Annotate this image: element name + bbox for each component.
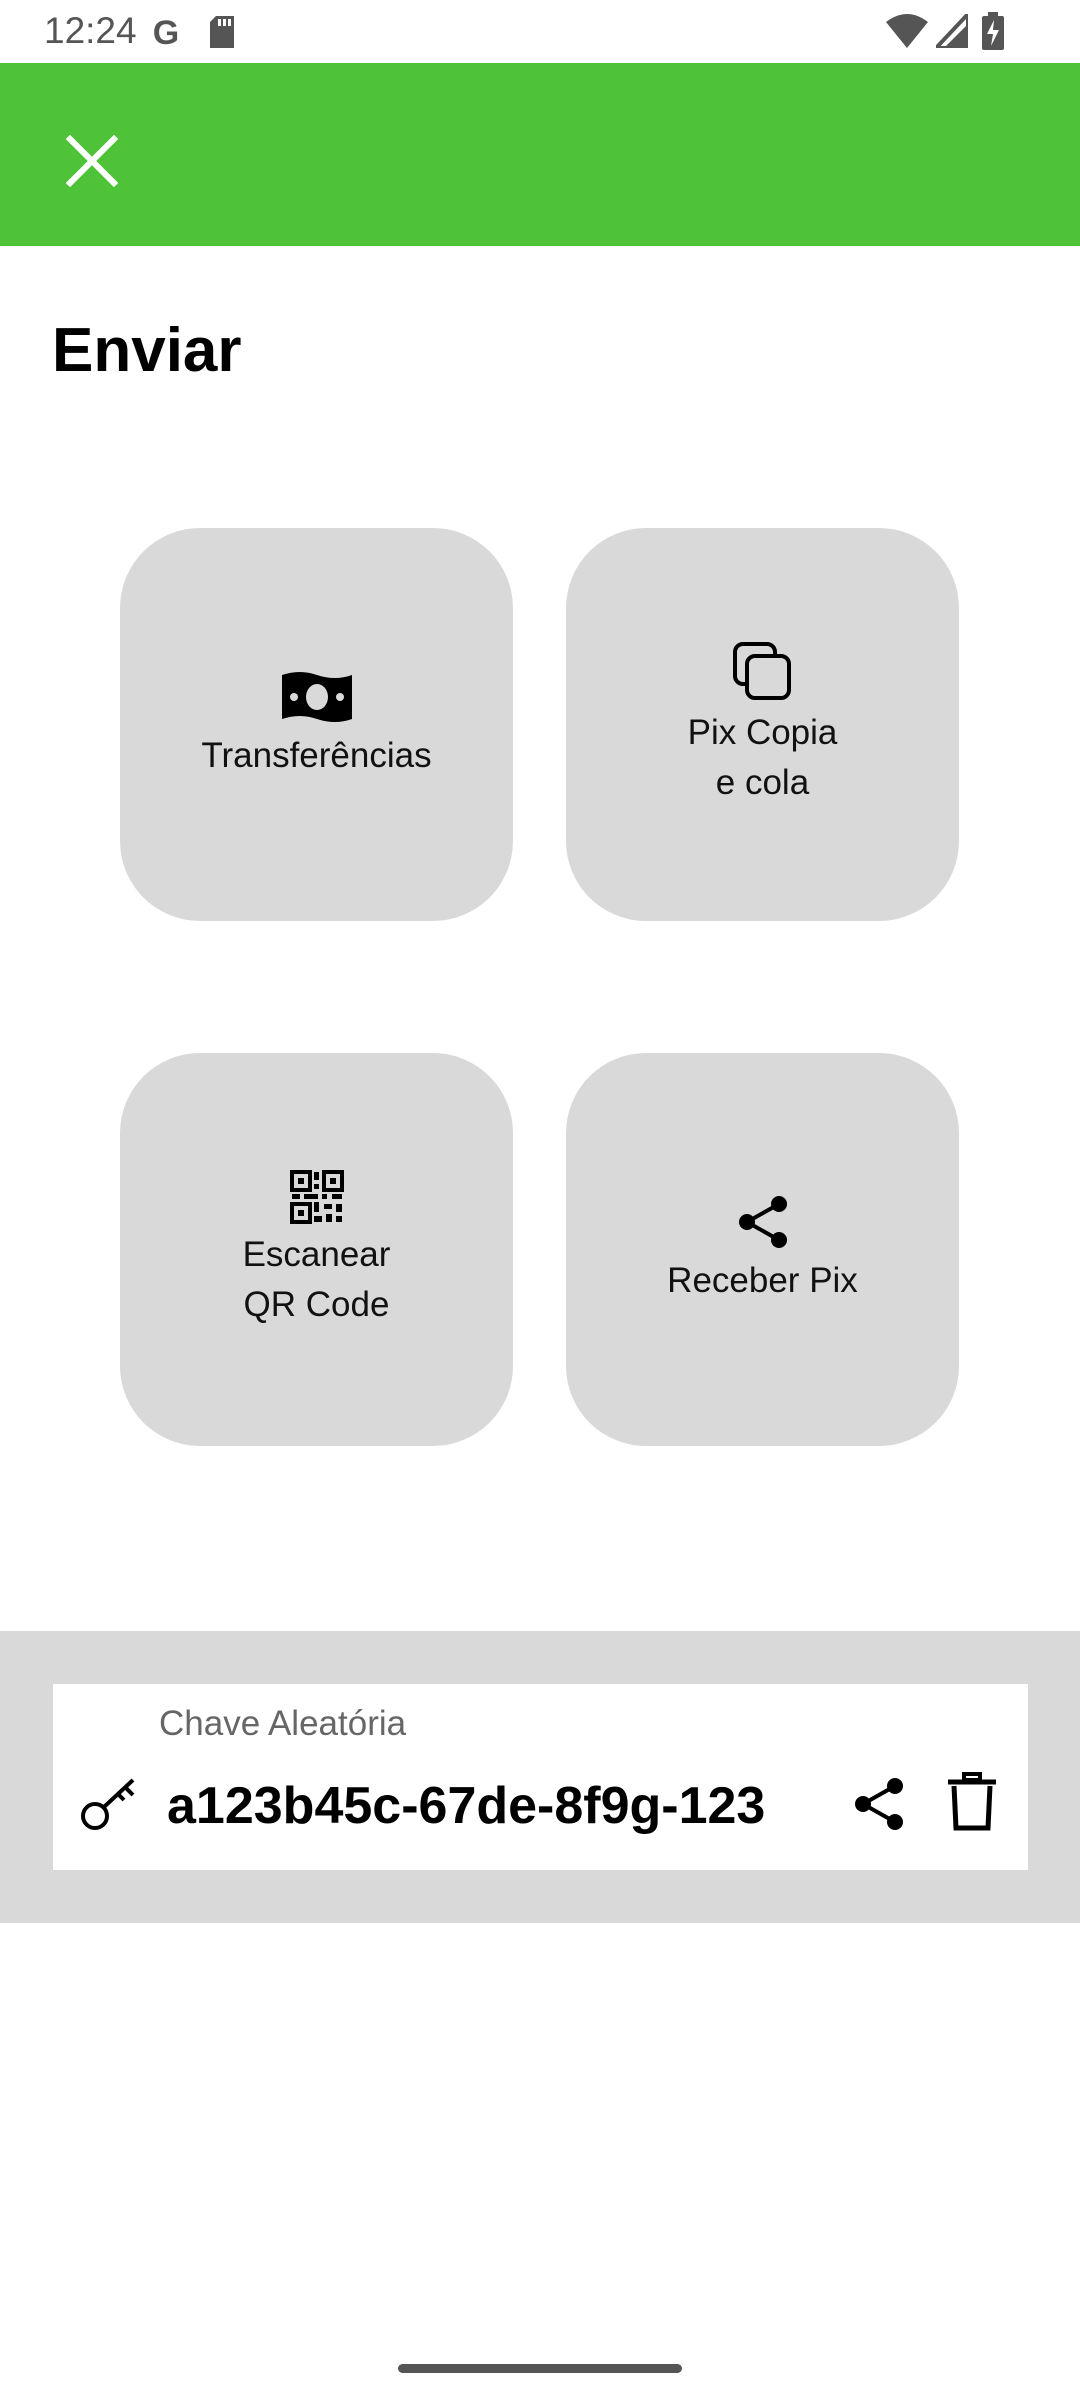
sd-card-icon xyxy=(208,16,236,53)
escanear-qr-code-button[interactable]: Escanear QR Code xyxy=(120,1053,513,1446)
google-icon: G xyxy=(148,14,184,55)
pix-key-card: Chave Aleatória a123b45c-67de-8f9g-123 xyxy=(53,1684,1028,1870)
battery-charging-icon xyxy=(982,12,1004,55)
copy-icon xyxy=(732,641,793,702)
close-icon xyxy=(66,135,118,187)
transferencias-button[interactable]: Transferências xyxy=(120,528,513,921)
home-indicator[interactable] xyxy=(398,2364,682,2373)
trash-icon xyxy=(948,1772,996,1831)
status-time: 12:24 xyxy=(44,10,137,51)
close-button[interactable] xyxy=(52,121,132,201)
signal-icon xyxy=(931,8,970,53)
pix-key-panel: Chave Aleatória a123b45c-67de-8f9g-123 xyxy=(0,1631,1080,1923)
key-type-label: Chave Aleatória xyxy=(159,1704,407,1743)
key-icon xyxy=(79,1774,139,1839)
share-icon xyxy=(737,1194,789,1250)
status-bar: 12:24 G xyxy=(0,0,1080,63)
page-title: Enviar xyxy=(52,316,242,385)
pix-copia-e-cola-button[interactable]: Pix Copia e cola xyxy=(566,528,959,921)
key-value: a123b45c-67de-8f9g-123 xyxy=(167,1777,766,1835)
wifi-icon xyxy=(886,14,928,53)
tile-label: Escanear QR Code xyxy=(242,1234,391,1324)
svg-text:G: G xyxy=(153,14,179,50)
delete-key-button[interactable] xyxy=(946,1772,998,1837)
app-bar xyxy=(0,63,1080,246)
receber-pix-button[interactable]: Receber Pix xyxy=(566,1053,959,1446)
tile-label: Pix Copia e cola xyxy=(687,712,838,802)
tile-label: Receber Pix xyxy=(667,1260,858,1300)
qr-code-icon xyxy=(289,1169,344,1224)
money-bill-icon xyxy=(280,669,354,725)
share-icon xyxy=(855,1778,903,1830)
tile-label: Transferências xyxy=(201,735,432,775)
share-key-button[interactable] xyxy=(853,1776,905,1837)
